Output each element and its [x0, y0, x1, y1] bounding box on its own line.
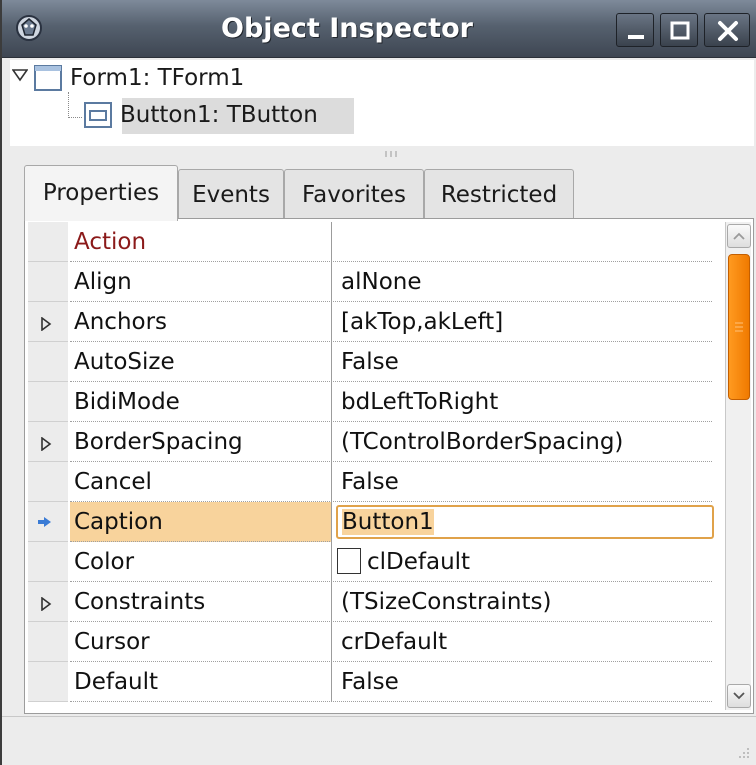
property-row-caption[interactable]: Caption Button1 — [28, 502, 714, 542]
property-value[interactable]: (TControlBorderSpacing) — [333, 422, 712, 462]
property-row-action[interactable]: Action — [28, 222, 712, 262]
property-grid-panel: Action Align alNone Anchors [akTop,akLef… — [24, 218, 754, 714]
scroll-up-button[interactable] — [727, 224, 751, 248]
property-value-text: clDefault — [367, 549, 471, 575]
property-name: Caption — [70, 502, 332, 542]
expand-arrow-icon[interactable] — [40, 437, 52, 451]
row-gutter — [28, 342, 68, 382]
row-gutter — [28, 222, 68, 262]
property-value[interactable]: False — [333, 342, 712, 382]
tab-restricted[interactable]: Restricted — [424, 169, 574, 219]
current-row-arrow-icon — [38, 517, 51, 527]
row-gutter — [28, 542, 68, 582]
property-value[interactable]: [akTop,akLeft] — [333, 302, 712, 342]
row-gutter — [28, 422, 68, 462]
row-gutter — [28, 582, 68, 622]
property-value[interactable]: crDefault — [333, 622, 712, 662]
row-gutter — [28, 502, 68, 542]
property-row-borderspacing[interactable]: BorderSpacing (TControlBorderSpacing) — [28, 422, 712, 462]
property-name: BorderSpacing — [70, 422, 332, 462]
close-icon — [718, 21, 738, 41]
property-name: Color — [70, 542, 332, 582]
property-row-align[interactable]: Align alNone — [28, 262, 712, 302]
row-gutter — [28, 262, 68, 302]
tab-properties[interactable]: Properties — [24, 165, 178, 221]
tree-item-label: Button1: TButton — [120, 102, 318, 128]
property-name: BidiMode — [70, 382, 332, 422]
close-button[interactable] — [704, 13, 750, 47]
property-row-cursor[interactable]: Cursor crDefault — [28, 622, 712, 662]
scroll-down-button[interactable] — [727, 684, 751, 708]
property-name: Action — [70, 222, 332, 262]
caption-edit-text: Button1 — [342, 509, 434, 535]
tree-item-label: Form1: TForm1 — [70, 65, 245, 91]
property-value[interactable]: False — [333, 662, 712, 702]
property-name: Cancel — [70, 462, 332, 502]
button-component-icon — [84, 102, 112, 128]
window-title: Object Inspector — [221, 13, 473, 44]
property-grid[interactable]: Action Align alNone Anchors [akTop,akLef… — [28, 222, 722, 710]
row-gutter — [28, 662, 68, 702]
property-name: Constraints — [70, 582, 332, 622]
property-row-cancel[interactable]: Cancel False — [28, 462, 712, 502]
property-name: Align — [70, 262, 332, 302]
property-row-bidimode[interactable]: BidiMode bdLeftToRight — [28, 382, 712, 422]
property-name: Cursor — [70, 622, 332, 662]
minimize-icon — [628, 35, 644, 39]
maximize-button[interactable] — [660, 13, 698, 47]
property-row-constraints[interactable]: Constraints (TSizeConstraints) — [28, 582, 712, 622]
tab-favorites[interactable]: Favorites — [284, 169, 424, 219]
row-gutter — [28, 622, 68, 662]
caption-edit-field[interactable]: Button1 — [336, 505, 714, 539]
tab-events[interactable]: Events — [178, 169, 284, 219]
property-value[interactable] — [333, 222, 712, 262]
tree-connector — [68, 92, 82, 118]
splitter-grip-icon[interactable] — [382, 150, 402, 158]
property-value[interactable]: bdLeftToRight — [333, 382, 712, 422]
expand-arrow-icon[interactable] — [40, 597, 52, 611]
property-value[interactable]: (TSizeConstraints) — [333, 582, 712, 622]
property-value[interactable]: alNone — [333, 262, 712, 302]
property-name: Anchors — [70, 302, 332, 342]
minimize-button[interactable] — [616, 13, 654, 47]
object-inspector-window: Object Inspector Form1: TForm1 Button1: … — [0, 0, 756, 765]
resize-grip-icon[interactable] — [736, 745, 750, 759]
row-gutter — [28, 462, 68, 502]
property-name: AutoSize — [70, 342, 332, 382]
color-swatch — [337, 548, 361, 574]
chevron-down-icon — [733, 692, 745, 700]
property-row-autosize[interactable]: AutoSize False — [28, 342, 712, 382]
maximize-icon — [670, 21, 690, 40]
property-row-default[interactable]: Default False — [28, 662, 712, 702]
thumb-grip-icon — [735, 322, 743, 332]
property-value[interactable]: False — [333, 462, 712, 502]
row-gutter — [28, 302, 68, 342]
property-row-color[interactable]: Color clDefault — [28, 542, 712, 582]
status-bar — [2, 716, 756, 765]
title-bar[interactable]: Object Inspector — [2, 0, 756, 58]
property-name: Default — [70, 662, 332, 702]
property-value[interactable]: clDefault — [333, 542, 712, 582]
row-gutter — [28, 382, 68, 422]
scroll-thumb[interactable] — [728, 254, 750, 400]
expand-arrow-icon[interactable] — [40, 317, 52, 331]
expand-arrow-icon[interactable] — [12, 68, 28, 82]
property-row-anchors[interactable]: Anchors [akTop,akLeft] — [28, 302, 712, 342]
vertical-scrollbar[interactable] — [725, 222, 751, 710]
form-icon — [34, 65, 62, 91]
chevron-up-icon — [733, 232, 745, 240]
